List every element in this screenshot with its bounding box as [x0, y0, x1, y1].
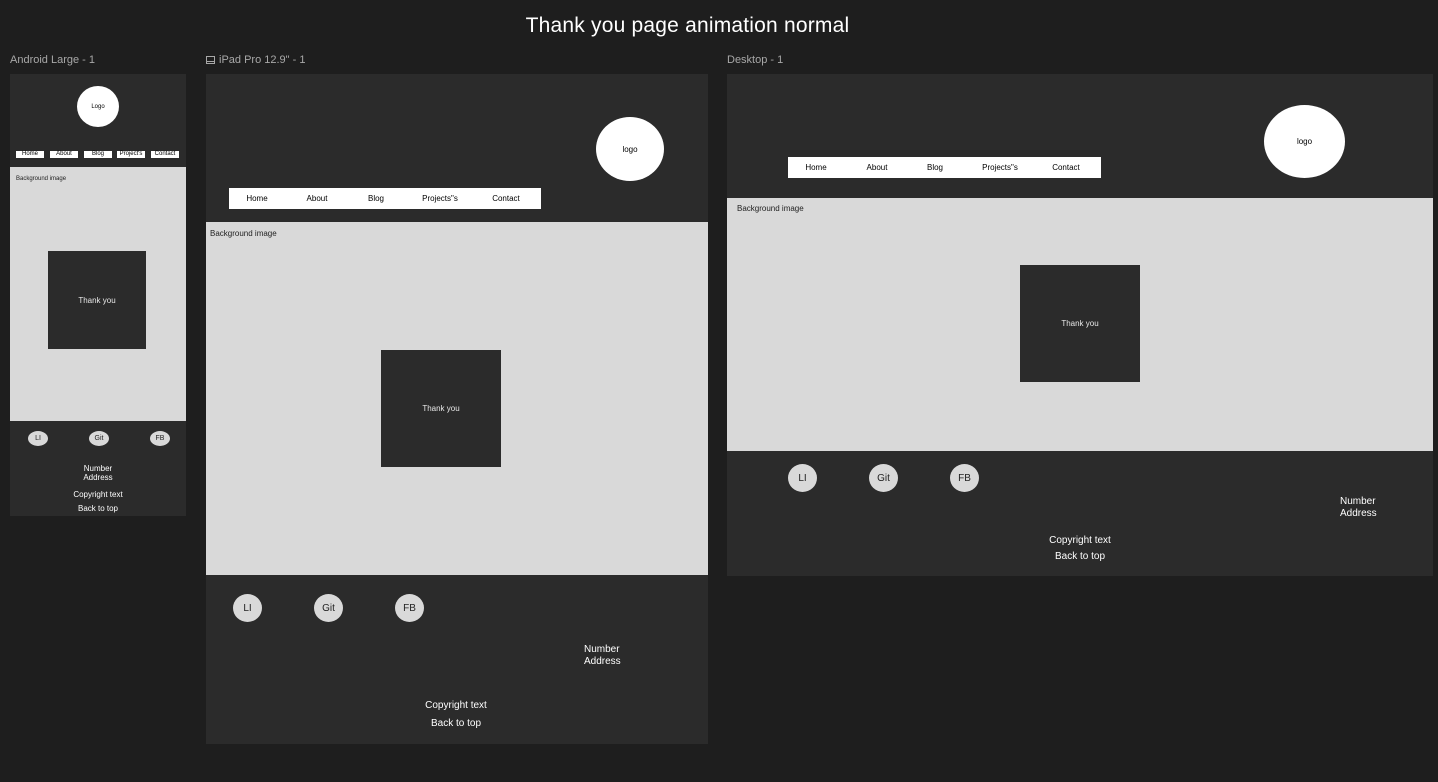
linkedin-button[interactable]: LI — [233, 594, 262, 622]
contact-address: Address — [83, 473, 113, 482]
tablet-icon — [206, 56, 215, 64]
back-to-top-link[interactable]: Back to top — [1030, 551, 1130, 562]
thank-you-box: Thank you — [1020, 265, 1140, 382]
logo[interactable]: logo — [596, 117, 664, 181]
nav-item-blog[interactable]: Blog — [356, 188, 396, 209]
contact-address: Address — [584, 656, 621, 667]
frame-label-ipad-text: iPad Pro 12.9" - 1 — [219, 54, 306, 66]
contact-number: Number — [584, 644, 620, 655]
git-button[interactable]: Git — [314, 594, 343, 622]
hero-label: Background image — [16, 176, 67, 182]
thank-you-box: Thank you — [381, 350, 501, 467]
nav-item-about[interactable]: About — [857, 157, 897, 178]
back-to-top-link[interactable]: Back to top — [48, 504, 148, 513]
nav-item-contact[interactable]: Contact — [1046, 157, 1086, 178]
facebook-button[interactable]: FB — [150, 431, 170, 446]
nav-item-projects[interactable]: Projects"s — [414, 188, 466, 209]
nav-item-home[interactable]: Home — [16, 151, 44, 158]
nav-item-about[interactable]: About — [50, 151, 78, 158]
facebook-button[interactable]: FB — [950, 464, 979, 492]
contact-number: Number — [1340, 496, 1376, 507]
hero-label: Background image — [210, 229, 277, 238]
linkedin-button[interactable]: LI — [28, 431, 48, 446]
logo[interactable]: Logo — [77, 86, 119, 127]
nav-item-home[interactable]: Home — [796, 157, 836, 178]
nav-item-contact[interactable]: Contact — [486, 188, 526, 209]
facebook-button[interactable]: FB — [395, 594, 424, 622]
frame-label-desktop[interactable]: Desktop - 1 — [727, 54, 783, 66]
nav-item-projects[interactable]: Projects"s — [974, 157, 1026, 178]
contact-address: Address — [1340, 508, 1377, 519]
frame-label-ipad[interactable]: iPad Pro 12.9" - 1 — [206, 54, 305, 66]
copyright-text: Copyright text — [425, 700, 487, 711]
frame-label-android[interactable]: Android Large - 1 — [10, 54, 95, 66]
nav-item-blog[interactable]: Blog — [84, 151, 112, 158]
copyright-text: Copyright text — [1049, 535, 1111, 546]
git-button[interactable]: Git — [869, 464, 898, 492]
contact-number: Number — [83, 464, 113, 473]
nav-bar: Home About Blog Projects"s Contact — [788, 157, 1101, 178]
frame-android[interactable]: Logo Home About Blog Project's Contact B… — [10, 74, 186, 516]
hero-background: Background image Thank you — [10, 167, 186, 421]
nav-item-contact[interactable]: Contact — [151, 151, 179, 158]
frame-desktop[interactable]: logo Home About Blog Projects"s Contact … — [727, 74, 1433, 576]
hero-background: Background image Thank you — [206, 222, 708, 575]
git-button[interactable]: Git — [89, 431, 109, 446]
logo[interactable]: logo — [1264, 105, 1345, 178]
nav-item-projects[interactable]: Project's — [117, 151, 145, 158]
nav-item-blog[interactable]: Blog — [915, 157, 955, 178]
hero-background: Background image Thank you — [727, 198, 1433, 451]
canvas-title: Thank you page animation normal — [525, 14, 850, 37]
nav-bar: Home About Blog Projects"s Contact — [229, 188, 541, 209]
nav-item-about[interactable]: About — [297, 188, 337, 209]
frame-ipad[interactable]: logo Home About Blog Projects"s Contact … — [206, 74, 708, 744]
hero-label: Background image — [737, 204, 804, 213]
nav-item-home[interactable]: Home — [237, 188, 277, 209]
copyright-text: Copyright text — [73, 490, 123, 499]
thank-you-box: Thank you — [48, 251, 146, 349]
back-to-top-link[interactable]: Back to top — [406, 718, 506, 729]
linkedin-button[interactable]: LI — [788, 464, 817, 492]
